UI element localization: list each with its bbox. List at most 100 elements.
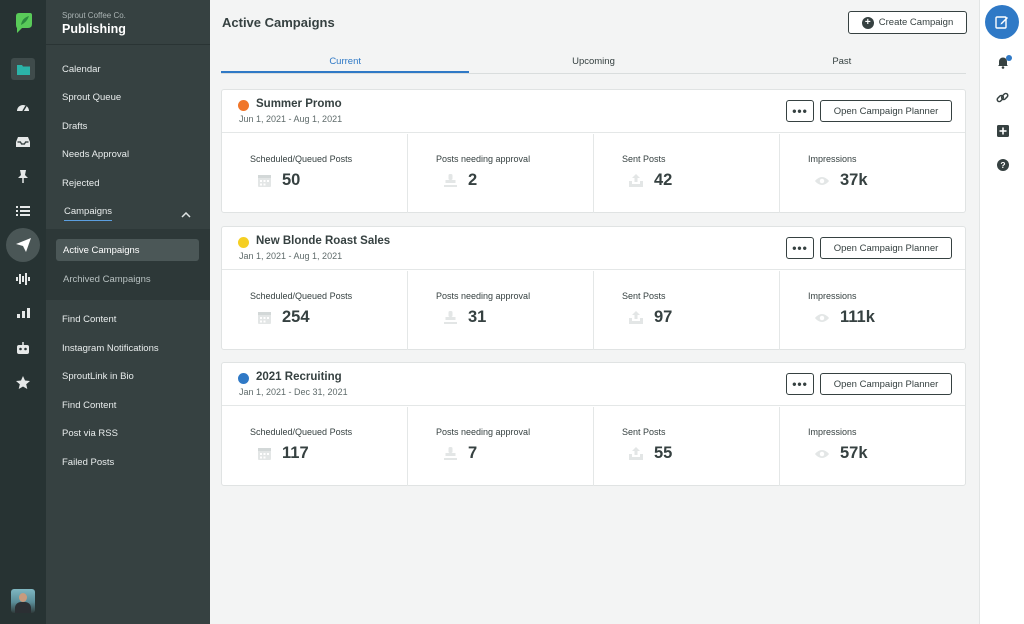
- page-title: Active Campaigns: [222, 15, 335, 30]
- stat-cell: Scheduled/Queued Posts 117: [222, 407, 408, 486]
- stat-cell: Sent Posts 55: [594, 407, 780, 486]
- more-options-button[interactable]: •••: [786, 100, 814, 122]
- stat-cell: Posts needing approval 7: [408, 407, 594, 486]
- folder-icon[interactable]: [11, 58, 35, 80]
- sent-tray-icon: [628, 310, 644, 326]
- stat-value: 2: [468, 171, 478, 189]
- nav-item-failed-posts[interactable]: Failed Posts: [62, 457, 114, 468]
- campaign-date-range: Jan 1, 2021 - Dec 31, 2021: [239, 387, 348, 397]
- tab-upcoming[interactable]: Upcoming: [469, 53, 717, 73]
- nav-item-sprout-queue[interactable]: Sprout Queue: [62, 92, 121, 103]
- sent-tray-icon: [628, 446, 644, 462]
- campaign-card: Summer Promo Jun 1, 2021 - Aug 1, 2021 •…: [221, 89, 966, 213]
- bar-chart-icon[interactable]: [0, 300, 46, 326]
- stat-label: Sent Posts: [622, 427, 666, 437]
- stat-value: 31: [468, 308, 487, 326]
- calendar-icon: [256, 310, 272, 326]
- dashboard-gauge-icon[interactable]: [0, 94, 46, 120]
- open-campaign-planner-button[interactable]: Open Campaign Planner: [820, 373, 952, 395]
- pin-icon[interactable]: [0, 163, 46, 189]
- svg-text:?: ?: [1000, 160, 1005, 170]
- stat-label: Impressions: [808, 291, 857, 301]
- stat-cell: Impressions 57k: [780, 407, 965, 486]
- publishing-nav: Sprout Coffee Co. Publishing Calendar Sp…: [46, 0, 210, 624]
- nav-item-needs-approval[interactable]: Needs Approval: [62, 149, 129, 160]
- plus-circle-icon: +: [861, 16, 874, 29]
- nav-item-post-via-rss[interactable]: Post via RSS: [62, 428, 118, 439]
- compose-icon[interactable]: [985, 5, 1019, 39]
- stat-label: Posts needing approval: [436, 291, 531, 301]
- approval-stamp-icon: [442, 173, 458, 189]
- create-campaign-button[interactable]: + Create Campaign: [848, 11, 967, 34]
- nav-item-drafts[interactable]: Drafts: [62, 121, 87, 132]
- inbox-icon[interactable]: [0, 129, 46, 155]
- stat-cell: Scheduled/Queued Posts 254: [222, 271, 408, 350]
- nav-item-calendar[interactable]: Calendar: [62, 64, 101, 75]
- stat-value: 57k: [840, 444, 868, 462]
- approval-stamp-icon: [442, 446, 458, 462]
- stat-value: 50: [282, 171, 301, 189]
- stat-label: Posts needing approval: [436, 427, 531, 437]
- stat-value: 117: [282, 444, 309, 462]
- approval-stamp-icon: [442, 310, 458, 326]
- campaign-tabs: Current Upcoming Past: [221, 53, 966, 74]
- campaign-stats: Scheduled/Queued Posts 117 Posts needing…: [222, 407, 965, 486]
- more-options-button[interactable]: •••: [786, 237, 814, 259]
- campaign-date-range: Jun 1, 2021 - Aug 1, 2021: [239, 114, 343, 124]
- eye-icon: [814, 173, 830, 189]
- tab-past[interactable]: Past: [718, 53, 966, 73]
- link-icon[interactable]: [980, 87, 1024, 107]
- campaign-name[interactable]: 2021 Recruiting: [256, 371, 342, 383]
- calendar-icon: [256, 446, 272, 462]
- campaign-card: New Blonde Roast Sales Jan 1, 2021 - Aug…: [221, 226, 966, 350]
- open-campaign-planner-button[interactable]: Open Campaign Planner: [820, 237, 952, 259]
- campaign-card: 2021 Recruiting Jan 1, 2021 - Dec 31, 20…: [221, 362, 966, 486]
- paper-plane-icon[interactable]: [6, 228, 40, 262]
- help-icon[interactable]: ?: [980, 155, 1024, 175]
- stat-label: Impressions: [808, 154, 857, 164]
- stat-cell: Scheduled/Queued Posts 50: [222, 134, 408, 213]
- campaigns-subnav: Active Campaigns Archived Campaigns: [46, 229, 210, 300]
- subnav-archived-campaigns[interactable]: Archived Campaigns: [56, 268, 199, 290]
- subnav-active-campaigns[interactable]: Active Campaigns: [56, 239, 199, 261]
- nav-divider: [46, 44, 210, 45]
- sprout-logo-icon[interactable]: [13, 12, 33, 34]
- nav-item-find-content[interactable]: Find Content: [62, 314, 116, 325]
- stat-value: 7: [468, 444, 478, 462]
- stat-label: Posts needing approval: [436, 154, 531, 164]
- nav-item-instagram-notifications[interactable]: Instagram Notifications: [62, 343, 159, 354]
- stat-label: Scheduled/Queued Posts: [250, 154, 353, 164]
- eye-icon: [814, 310, 830, 326]
- user-avatar[interactable]: [11, 589, 35, 613]
- stat-value: 42: [654, 171, 673, 189]
- section-title: Publishing: [62, 22, 126, 36]
- nav-item-rejected[interactable]: Rejected: [62, 178, 100, 189]
- nav-item-campaigns[interactable]: Campaigns: [64, 206, 113, 221]
- calendar-icon: [256, 173, 272, 189]
- campaign-stats: Scheduled/Queued Posts 50 Posts needing …: [222, 134, 965, 213]
- star-icon[interactable]: [0, 369, 46, 395]
- tab-current[interactable]: Current: [221, 53, 470, 73]
- sound-wave-icon[interactable]: [0, 266, 46, 292]
- more-options-button[interactable]: •••: [786, 373, 814, 395]
- notification-dot: [1006, 55, 1012, 61]
- open-campaign-planner-button[interactable]: Open Campaign Planner: [820, 100, 952, 122]
- stat-cell: Posts needing approval 31: [408, 271, 594, 350]
- campaign-color-dot: [238, 100, 249, 111]
- chevron-up-icon[interactable]: [181, 205, 191, 223]
- stat-label: Sent Posts: [622, 291, 666, 301]
- nav-item-find-content-2[interactable]: Find Content: [62, 400, 116, 411]
- stat-label: Scheduled/Queued Posts: [250, 291, 353, 301]
- stat-value: 37k: [840, 171, 868, 189]
- bot-icon[interactable]: [0, 335, 46, 361]
- campaign-card-header: 2021 Recruiting Jan 1, 2021 - Dec 31, 20…: [222, 363, 965, 406]
- campaign-name[interactable]: Summer Promo: [256, 98, 342, 110]
- nav-item-sproutlink-in-bio[interactable]: SproutLink in Bio: [62, 371, 134, 382]
- add-icon[interactable]: [980, 121, 1024, 141]
- campaign-name[interactable]: New Blonde Roast Sales: [256, 235, 390, 247]
- list-icon[interactable]: [0, 198, 46, 224]
- bell-icon[interactable]: [980, 52, 1024, 72]
- right-rail: ?: [979, 0, 1024, 624]
- stat-label: Scheduled/Queued Posts: [250, 427, 353, 437]
- org-name: Sprout Coffee Co.: [62, 11, 126, 20]
